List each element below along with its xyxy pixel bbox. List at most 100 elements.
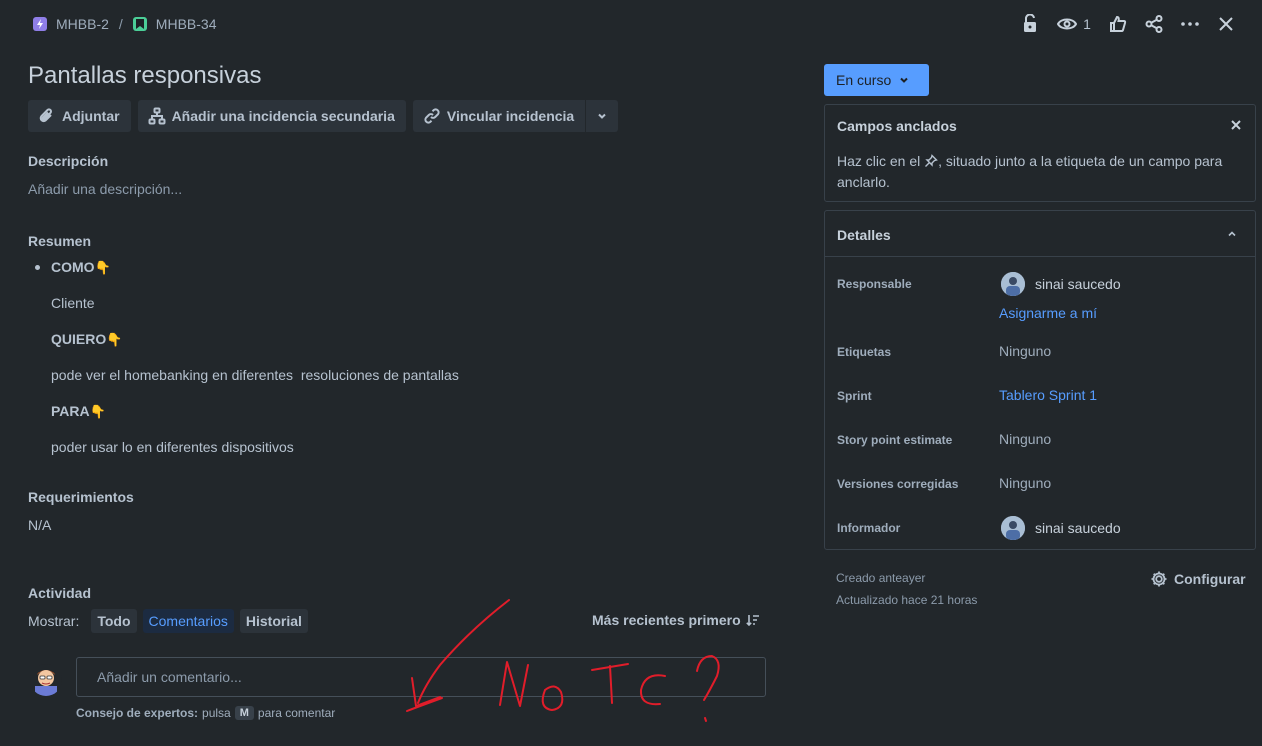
sort-label: Más recientes primero <box>592 612 741 628</box>
breadcrumb-parent-key: MHBB-2 <box>56 16 109 32</box>
como-label: COMO <box>51 259 95 275</box>
filter-history[interactable]: Historial <box>239 609 308 633</box>
assignee-name: sinai saucedo <box>1035 276 1121 292</box>
issue-title[interactable]: Pantallas responsivas <box>28 62 261 90</box>
pinned-hint-pre: Haz clic en el <box>837 153 921 169</box>
summary-list: COMO👇 Cliente QUIERO👇 pode ver el homeba… <box>35 259 635 459</box>
quiero-text: pode ver el homebanking en diferentes re… <box>51 367 459 383</box>
bookmark-icon <box>132 17 147 31</box>
sort-button[interactable]: Más recientes primero <box>592 612 760 628</box>
story-points-label: Story point estimate <box>837 433 953 447</box>
breadcrumb-separator: / <box>118 16 123 32</box>
comment-input[interactable]: Añadir un comentario... <box>76 657 766 697</box>
watchers-count: 1 <box>1083 16 1091 32</box>
status-label: En curso <box>836 72 892 88</box>
quiero-label: QUIERO <box>51 331 107 347</box>
more-actions-dropdown[interactable] <box>586 100 619 132</box>
labels-label: Etiquetas <box>837 345 892 359</box>
para-text: poder usar lo en diferentes dispositivos <box>51 439 294 455</box>
link-issue-button[interactable]: Vincular incidencia <box>412 100 586 132</box>
story-points-value[interactable]: Ninguno <box>999 431 1051 447</box>
description-heading: Descripción <box>28 153 109 169</box>
tip-key: M <box>234 706 254 720</box>
chevron-down-icon <box>598 113 606 119</box>
hierarchy-icon <box>148 107 166 125</box>
current-user-avatar <box>30 664 62 696</box>
fix-versions-value[interactable]: Ninguno <box>999 475 1051 491</box>
reporter-name: sinai saucedo <box>1035 520 1121 536</box>
gear-icon <box>1151 571 1167 587</box>
link-issue-group: Vincular incidencia <box>412 100 619 132</box>
breadcrumb-parent[interactable]: MHBB-2 <box>33 16 109 32</box>
chevron-down-icon <box>900 77 908 83</box>
add-child-label: Añadir una incidencia secundaria <box>171 108 395 124</box>
sort-icon <box>745 615 759 626</box>
close-icon[interactable] <box>1229 118 1243 132</box>
para-label: PARA <box>51 403 90 419</box>
tip-bold: Consejo de expertos: <box>76 706 199 720</box>
thumbs-up-icon[interactable] <box>1100 12 1136 36</box>
issue-header-actions: 1 <box>1012 12 1244 36</box>
tip-post: para comentar <box>257 706 336 720</box>
watch-button[interactable]: 1 <box>1048 12 1100 36</box>
close-icon[interactable] <box>1208 12 1244 36</box>
fix-versions-label: Versiones corregidas <box>837 477 959 491</box>
chevron-up-icon <box>1228 231 1236 237</box>
configure-button[interactable]: Configurar <box>1150 570 1246 588</box>
issue-action-bar: Adjuntar Añadir una incidencia secundari… <box>28 100 619 132</box>
filter-comments[interactable]: Comentarios <box>142 609 234 633</box>
pinned-hint-post: , situado junto a la etiqueta de un camp… <box>938 153 1223 169</box>
created-text: Creado anteayer <box>836 571 926 585</box>
pinned-fields-panel: Campos anclados Haz clic en el , situado… <box>824 104 1256 202</box>
list-bullet <box>35 265 40 270</box>
filter-all[interactable]: Todo <box>91 609 137 633</box>
eye-icon <box>1057 18 1078 30</box>
details-title: Detalles <box>837 227 891 243</box>
assignee-label: Responsable <box>837 277 912 291</box>
breadcrumb: MHBB-2 / MHBB-34 <box>33 14 216 34</box>
pin-icon <box>925 154 939 167</box>
details-header[interactable]: Detalles <box>825 211 1255 257</box>
pinned-fields-title: Campos anclados <box>837 118 957 134</box>
link-icon <box>424 108 440 124</box>
assignee-field[interactable]: sinai saucedo <box>1001 272 1121 296</box>
activity-filters: Mostrar: Todo Comentarios Historial <box>28 609 308 633</box>
requirements-value[interactable]: N/A <box>28 517 51 533</box>
link-issue-label: Vincular incidencia <box>446 108 575 124</box>
breadcrumb-current-key: MHBB-34 <box>155 16 217 32</box>
lock-icon[interactable] <box>1012 12 1048 36</box>
configure-label: Configurar <box>1174 571 1246 587</box>
como-text: Cliente <box>51 295 95 311</box>
avatar <box>1001 272 1025 296</box>
assign-to-me-link[interactable]: Asignarme a mí <box>999 305 1097 321</box>
activity-heading: Actividad <box>28 585 92 601</box>
breadcrumb-current[interactable]: MHBB-34 <box>132 16 217 32</box>
share-icon[interactable] <box>1136 12 1172 36</box>
attach-button[interactable]: Adjuntar <box>28 100 131 132</box>
pinned-fields-hint: Haz clic en el , situado junto a la etiq… <box>837 151 1247 193</box>
updated-text: Actualizado hace 21 horas <box>836 593 978 607</box>
attach-label: Adjuntar <box>62 108 120 124</box>
lightning-icon <box>33 17 47 31</box>
more-icon[interactable] <box>1172 12 1208 36</box>
description-placeholder[interactable]: Añadir una descripción... <box>28 181 182 197</box>
hand-pointing-down-icon: 👇 <box>94 260 111 275</box>
labels-value[interactable]: Ninguno <box>999 343 1051 359</box>
comment-placeholder: Añadir un comentario... <box>97 669 242 685</box>
sprint-value[interactable]: Tablero Sprint 1 <box>999 387 1097 403</box>
paperclip-icon <box>39 108 52 123</box>
reporter-field[interactable]: sinai saucedo <box>1001 516 1121 540</box>
pinned-hint-line2: anclarlo. <box>837 174 890 190</box>
sprint-label: Sprint <box>837 389 872 403</box>
requirements-heading: Requerimientos <box>28 489 134 505</box>
hand-pointing-down-icon: 👇 <box>106 332 123 347</box>
reporter-label: Informador <box>837 521 901 535</box>
hand-pointing-down-icon: 👇 <box>89 404 106 419</box>
avatar <box>1001 516 1025 540</box>
show-label: Mostrar: <box>28 613 80 629</box>
status-dropdown[interactable]: En curso <box>824 64 929 96</box>
add-child-issue-button[interactable]: Añadir una incidencia secundaria <box>137 100 406 132</box>
tip-pre: pulsa <box>202 706 231 720</box>
details-panel: Detalles Responsable sinai saucedo Asign… <box>824 210 1256 550</box>
summary-heading: Resumen <box>28 233 92 249</box>
